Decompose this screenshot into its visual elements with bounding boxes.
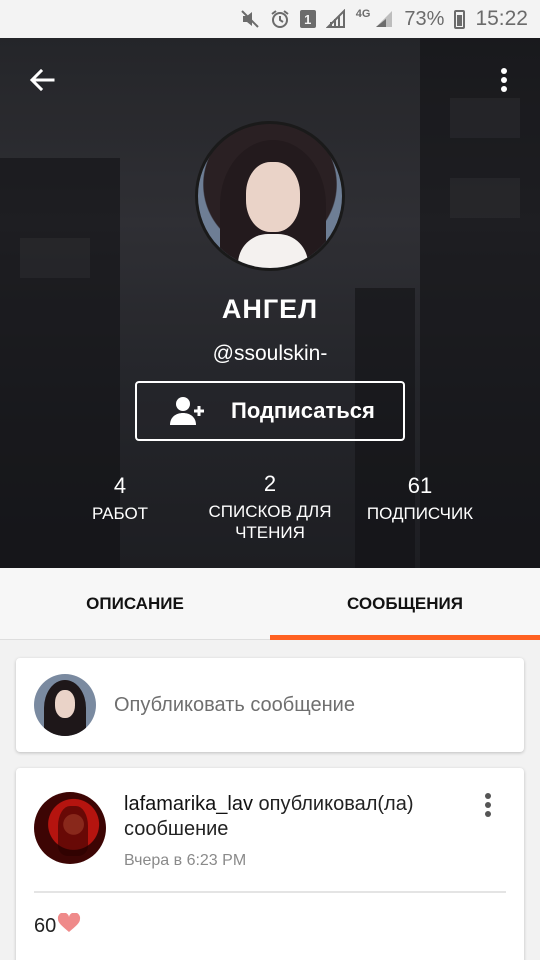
add-user-icon <box>165 395 209 427</box>
message-timestamp: Вчера в 6:23 PM <box>124 852 247 869</box>
profile-tabs: ОПИСАНИЕ СООБЩЕНИЯ <box>0 568 540 640</box>
battery-percent: 73% <box>404 7 445 30</box>
alarm-icon <box>270 9 290 29</box>
profile-stats: 4 РАБОТ 2 СПИСКОВ ДЛЯ ЧТЕНИЯ 61 ПОДПИСЧИ… <box>0 471 540 553</box>
stat-reading-lists[interactable]: 2 СПИСКОВ ДЛЯ ЧТЕНИЯ <box>200 471 340 543</box>
avatar-face <box>246 162 300 232</box>
message-header: lafamarika_lav опубликовал(ла) сообшение <box>124 792 464 842</box>
battery-icon <box>454 9 466 29</box>
message-text: 60 <box>34 914 57 937</box>
stat-works[interactable]: 4 РАБОТ <box>60 473 180 524</box>
stat-label: РАБОТ <box>91 504 149 523</box>
clock: 15:22 <box>475 7 528 30</box>
stat-label: СПИСКОВ ДЛЯ ЧТЕНИЯ <box>208 502 332 542</box>
follow-button[interactable]: Подписаться <box>135 381 405 441</box>
tab-messages[interactable]: СООБЩЕНИЯ <box>270 568 540 640</box>
author-avatar[interactable] <box>34 792 106 864</box>
stat-followers[interactable]: 61 ПОДПИСЧИК <box>355 473 485 524</box>
profile-handle: @ssoulskin- <box>212 342 328 365</box>
stat-value: 2 <box>263 471 277 496</box>
message-author[interactable]: lafamarika_lav <box>124 793 253 815</box>
stat-value: 4 <box>113 473 127 498</box>
signal-icon <box>325 9 346 29</box>
profile-avatar[interactable] <box>195 121 345 271</box>
network-type-label: 4G <box>355 8 371 20</box>
stat-label: ПОДПИСЧИК <box>366 504 474 523</box>
more-options-button[interactable] <box>486 60 522 100</box>
heart-icon <box>57 912 81 939</box>
profile-header: АНГЕЛ @ssoulskin- Подписаться 4 РАБОТ 2 … <box>0 38 540 568</box>
compose-message-card[interactable]: Опубликовать сообщение <box>16 658 524 752</box>
mute-icon <box>240 9 260 29</box>
compose-placeholder[interactable]: Опубликовать сообщение <box>114 694 355 717</box>
tab-description[interactable]: ОПИСАНИЕ <box>0 568 270 639</box>
arrow-back-icon <box>29 68 55 92</box>
status-bar: 1 4G 73% 15:22 <box>0 0 540 38</box>
avatar <box>34 674 96 736</box>
stat-value: 61 <box>407 473 433 498</box>
back-button[interactable] <box>22 60 62 100</box>
more-vertical-icon <box>485 793 491 817</box>
signal-icon <box>374 9 394 29</box>
sim-icon: 1 <box>299 10 316 28</box>
profile-name: АНГЕЛ <box>221 294 319 324</box>
avatar-face <box>55 690 75 718</box>
divider <box>34 891 506 893</box>
avatar-figure <box>58 806 88 856</box>
more-vertical-icon <box>501 68 507 92</box>
follow-button-label: Подписаться <box>231 398 375 423</box>
message-body: 60 <box>34 912 81 939</box>
message-card: lafamarika_lav опубликовал(ла) сообшение… <box>16 768 524 960</box>
message-options-button[interactable] <box>476 790 500 820</box>
